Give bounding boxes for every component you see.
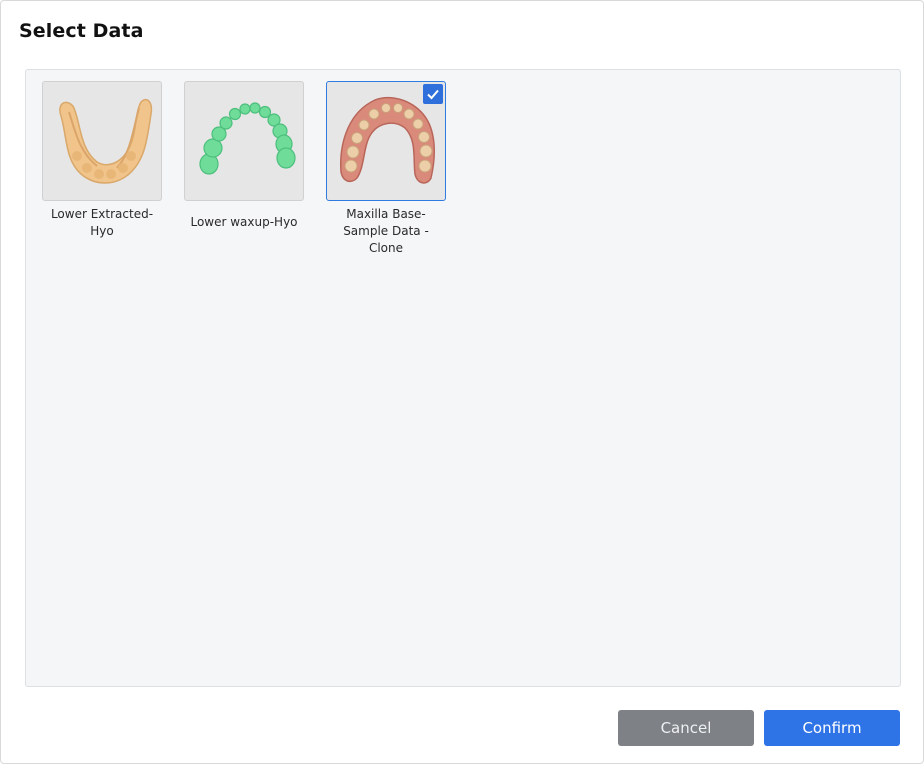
selected-checkbox[interactable]	[423, 84, 443, 104]
data-item-lower-extracted[interactable]: Lower Extracted- Hyo	[42, 81, 162, 240]
item-label-line1: Lower Extracted-	[50, 207, 154, 221]
item-label-line1: Maxilla Base-	[346, 207, 426, 221]
lower-jaw-model-image	[59, 98, 153, 184]
thumbnail-maxilla-base[interactable]	[326, 81, 446, 201]
tooth-crowns-model-image	[199, 102, 296, 175]
item-label: Lower waxup-Hyo	[184, 214, 304, 231]
checkmark-icon	[427, 89, 439, 100]
item-label: Lower Extracted- Hyo	[42, 206, 162, 240]
data-item-maxilla-base[interactable]: Maxilla Base- Sample Data - Clone	[326, 81, 446, 257]
cancel-button[interactable]: Cancel	[618, 710, 754, 746]
data-item-lower-waxup[interactable]: Lower waxup-Hyo	[184, 81, 304, 231]
item-label-line2: Sample Data - Clone	[343, 224, 429, 255]
item-label-line1: Lower waxup-Hyo	[190, 215, 298, 229]
item-label: Maxilla Base- Sample Data - Clone	[326, 206, 446, 257]
thumbnail-lower-waxup[interactable]	[184, 81, 304, 201]
select-data-dialog: Select Data Lower Extracted- Hyo Lower w…	[0, 0, 924, 764]
thumbnail-lower-extracted[interactable]	[42, 81, 162, 201]
data-grid-panel: Lower Extracted- Hyo Lower waxup-Hyo Max…	[25, 69, 901, 687]
confirm-button[interactable]: Confirm	[764, 710, 900, 746]
item-label-line2: Hyo	[90, 224, 114, 238]
dialog-title: Select Data	[19, 20, 144, 42]
